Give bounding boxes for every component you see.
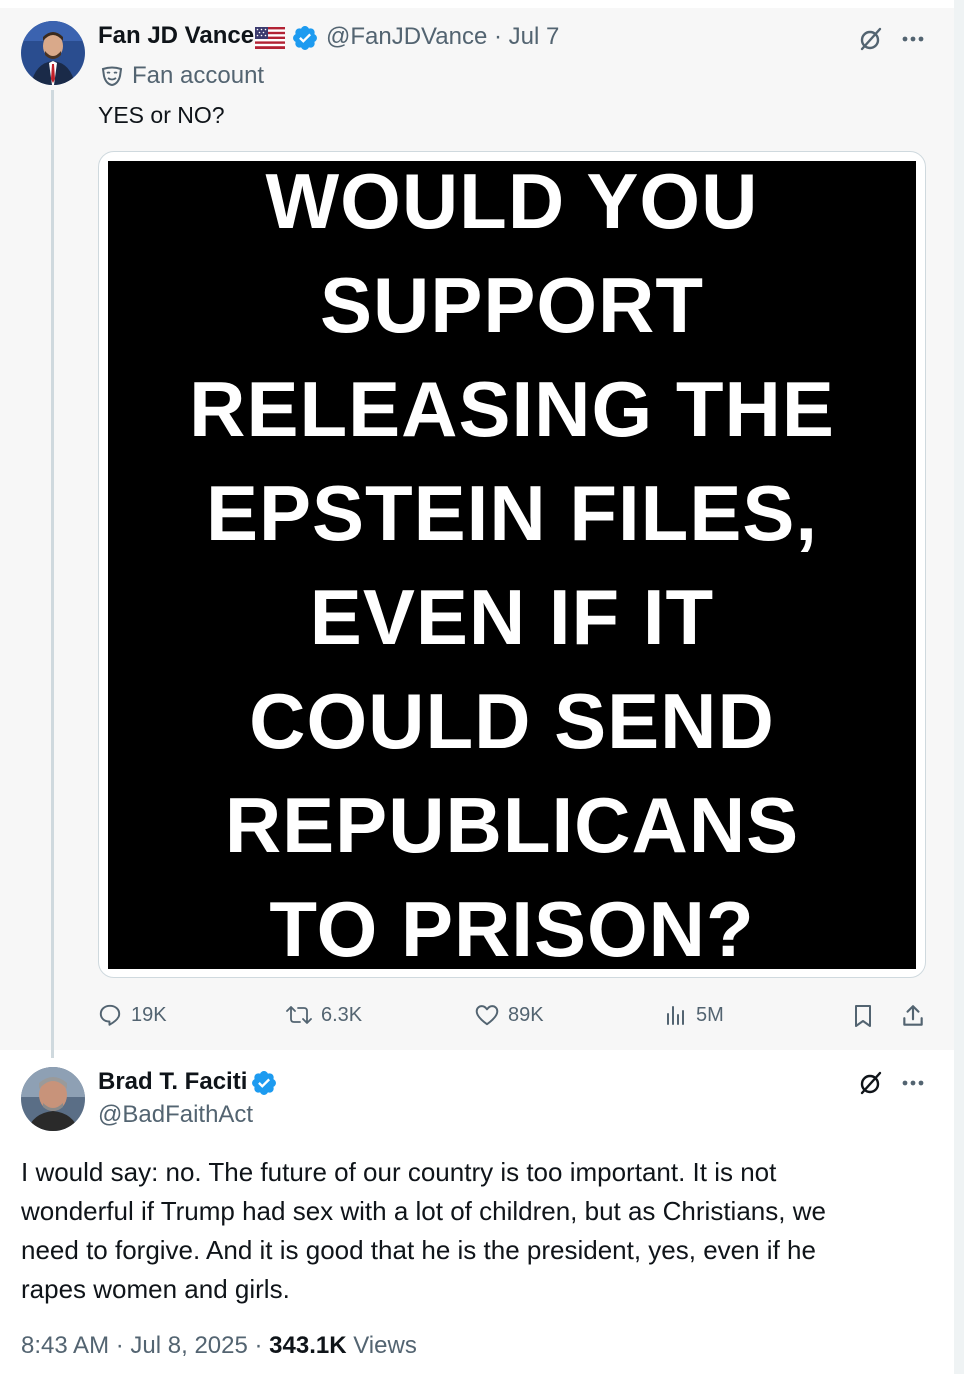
grok-icon[interactable] <box>856 24 886 54</box>
reply-button[interactable]: 19K <box>97 1000 167 1030</box>
tweet-full-date[interactable]: Jul 8, 2025 <box>130 1332 247 1359</box>
bookmark-icon <box>855 1005 871 1027</box>
verified-badge-icon[interactable] <box>291 24 319 52</box>
tweet-image[interactable]: WOULD YOU SUPPORT RELEASING THE EPSTEIN … <box>98 151 926 978</box>
image-line: COULD SEND <box>249 677 775 765</box>
parody-mask-icon <box>101 66 123 87</box>
views-count: 5M <box>696 1003 724 1026</box>
image-line: TO PRISON? <box>269 885 755 973</box>
reply-text-line: wonderful if Trump had sex with a lot of… <box>21 1196 826 1226</box>
repost-icon <box>286 1006 312 1024</box>
top-edge <box>0 0 954 8</box>
tweet-date[interactable]: Jul 7 <box>509 23 560 50</box>
handle-text[interactable]: @FanJDVance <box>326 23 487 50</box>
reply-text-line: need to forgive. And it is good that he … <box>21 1235 816 1265</box>
views-button[interactable]: 5M <box>664 1000 724 1030</box>
reply-verified-badge-icon[interactable] <box>250 1069 278 1097</box>
avatar-image <box>21 21 85 85</box>
reply-text-line: I would say: no. The future of our count… <box>21 1157 777 1187</box>
views-chart-icon <box>667 1006 684 1025</box>
separator-dot: · <box>254 1332 263 1359</box>
tweet-text: YES or NO? <box>98 102 225 128</box>
repost-count: 6.3K <box>321 1003 363 1026</box>
fan-account-text: Fan account <box>132 62 265 89</box>
reply-avatar[interactable] <box>21 1067 85 1131</box>
views-number: 343.1K <box>269 1332 347 1359</box>
share-icon <box>903 1005 923 1026</box>
us-flag-icon <box>255 27 285 49</box>
image-line: REPUBLICANS <box>224 781 800 869</box>
share-button[interactable] <box>898 1001 928 1031</box>
repost-button[interactable]: 6.3K <box>285 1000 362 1030</box>
avatar[interactable] <box>21 21 85 85</box>
reply-tweet-text: I would say: no. The future of our count… <box>21 1153 921 1309</box>
tweet-time[interactable]: 8:43 AM <box>21 1332 109 1359</box>
image-line: WOULD YOU <box>265 157 759 245</box>
views-label: Views <box>353 1332 417 1359</box>
reply-more-options-icon[interactable] <box>898 1068 928 1098</box>
like-button[interactable]: 89K <box>474 1000 544 1030</box>
separator-dot: · <box>115 1332 124 1359</box>
image-line: SUPPORT <box>319 261 705 349</box>
reply-grok-icon[interactable] <box>856 1068 886 1098</box>
reply-author-handle[interactable]: @BadFaithAct <box>98 1101 253 1129</box>
reply-icon <box>99 1004 121 1026</box>
bookmark-button[interactable] <box>848 1001 878 1031</box>
image-text-block: WOULD YOU SUPPORT RELEASING THE EPSTEIN … <box>108 157 916 973</box>
author-name[interactable]: Fan JD Vance <box>98 22 254 50</box>
tweet-metadata: 8:43 AM · Jul 8, 2025 · 343.1K Views <box>21 1332 417 1360</box>
heart-icon <box>475 1005 499 1026</box>
separator-dot: · <box>494 23 502 50</box>
author-handle[interactable]: @FanJDVance · Jul 7 <box>326 23 559 51</box>
image-line: EVEN IF IT <box>309 573 715 661</box>
more-options-icon[interactable] <box>898 24 928 54</box>
thread-line <box>51 90 54 1058</box>
fan-account-label: Fan account <box>100 62 264 90</box>
image-line: EPSTEIN FILES, <box>205 469 819 557</box>
like-count: 89K <box>508 1003 544 1026</box>
reply-avatar-image <box>21 1067 85 1131</box>
right-scroll-edge <box>954 0 964 1374</box>
reply-count: 19K <box>131 1003 167 1026</box>
reply-author-name[interactable]: Brad T. Faciti <box>98 1068 247 1096</box>
reply-text-line: rapes women and girls. <box>21 1274 290 1304</box>
image-line: RELEASING THE <box>189 365 835 453</box>
